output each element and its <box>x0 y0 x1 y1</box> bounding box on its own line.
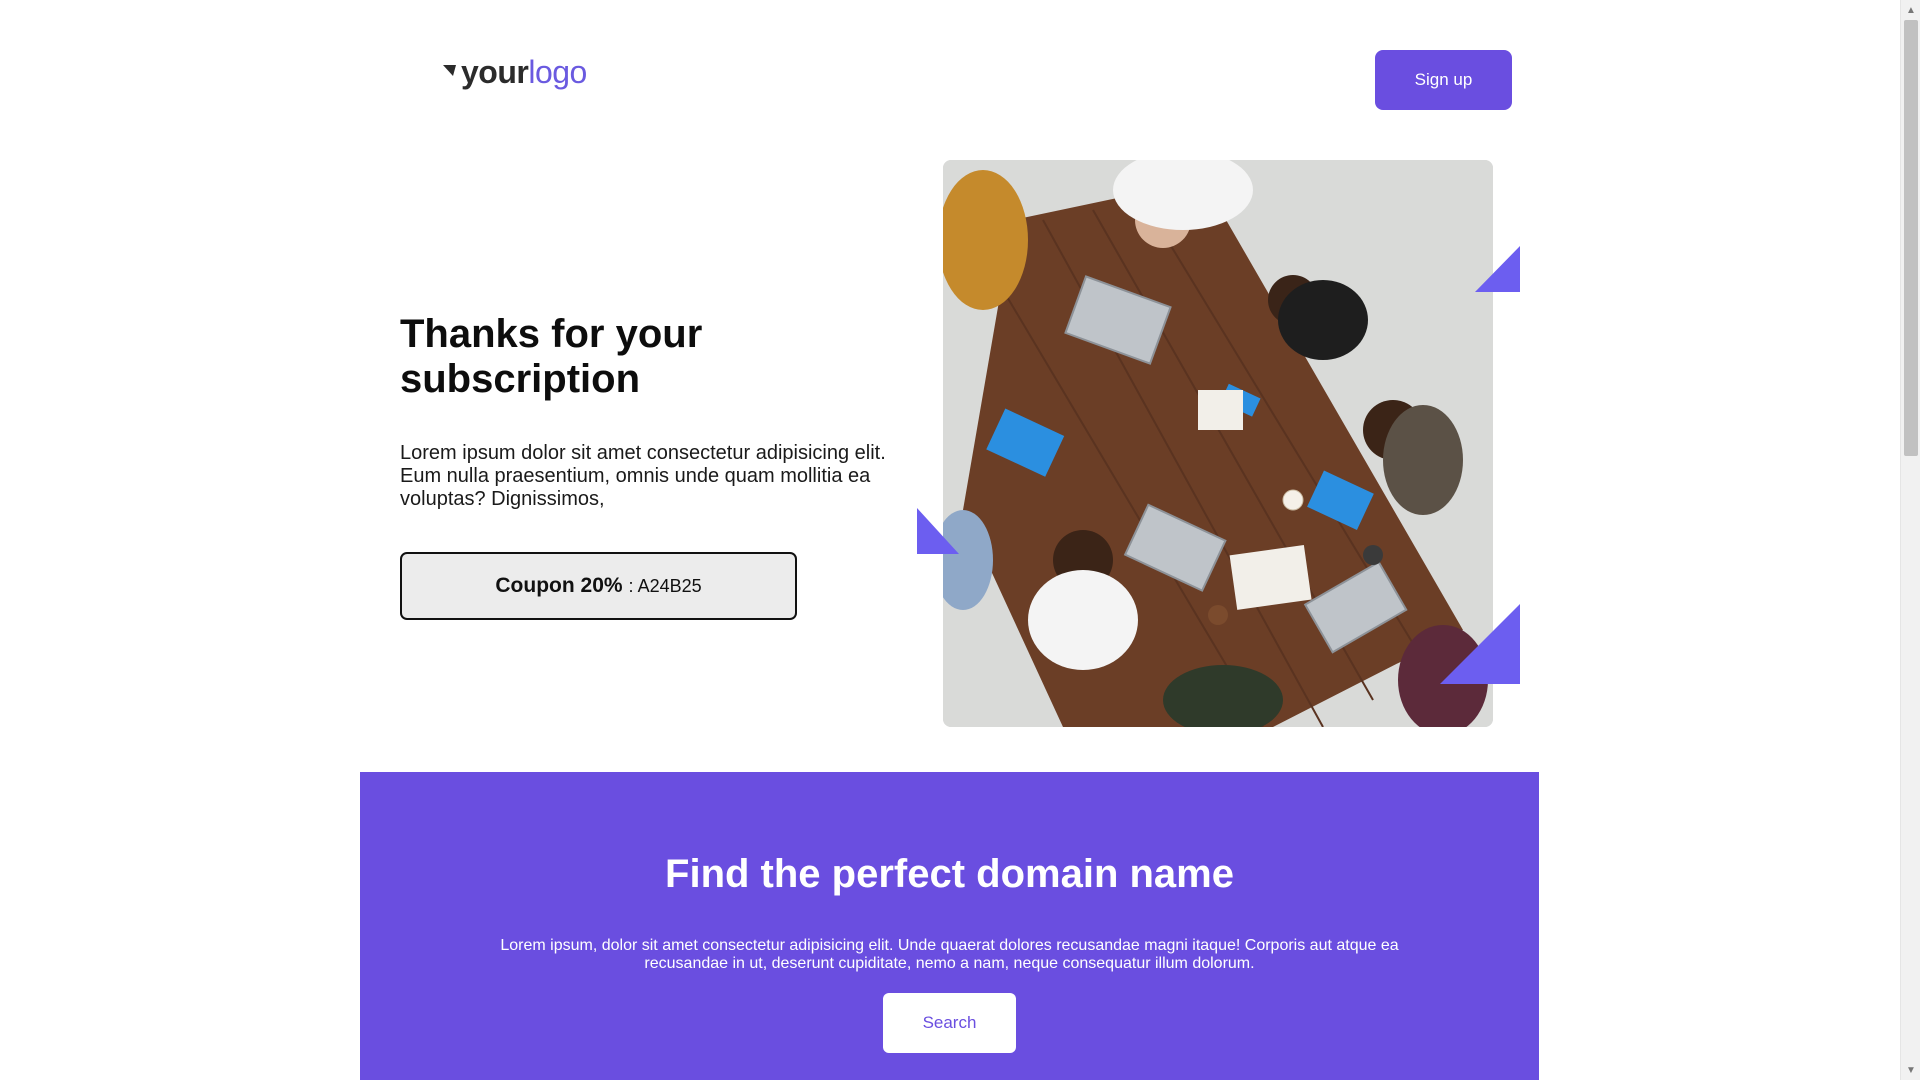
scrollbar-thumb[interactable] <box>1904 20 1918 456</box>
domain-title: Find the perfect domain name <box>665 852 1234 896</box>
meeting-photo <box>943 160 1493 727</box>
decor-triangle-left-icon <box>917 508 959 554</box>
scroll-up-icon[interactable]: ▲ <box>1901 0 1920 20</box>
decor-triangle-bottom-icon <box>1440 604 1520 684</box>
coupon-separator: : <box>628 575 634 596</box>
signup-button[interactable]: Sign up <box>1375 50 1512 110</box>
hero-image <box>943 160 1493 727</box>
brand-logo[interactable]: your logo <box>443 54 587 91</box>
scroll-down-icon[interactable]: ▼ <box>1901 1060 1920 1080</box>
vertical-scrollbar[interactable]: ▲ ▼ <box>1900 0 1920 1080</box>
hero-description: Lorem ipsum dolor sit amet consectetur a… <box>400 442 886 510</box>
search-button[interactable]: Search <box>883 993 1016 1053</box>
coupon-label: Coupon 20% <box>495 574 623 597</box>
domain-description: Lorem ipsum, dolor sit amet consectetur … <box>500 937 1399 972</box>
coupon-code: A24B25 <box>637 575 702 596</box>
page-title: Thanks for your subscription <box>400 312 703 401</box>
logo-mark-icon <box>443 64 456 76</box>
decor-triangle-top-icon <box>1475 246 1520 292</box>
logo-text-logo: logo <box>528 54 587 90</box>
coupon-box: Coupon 20% : A24B25 <box>400 552 797 620</box>
domain-section: Find the perfect domain name Lorem ipsum… <box>360 772 1539 1080</box>
logo-text-your: your <box>461 54 529 90</box>
